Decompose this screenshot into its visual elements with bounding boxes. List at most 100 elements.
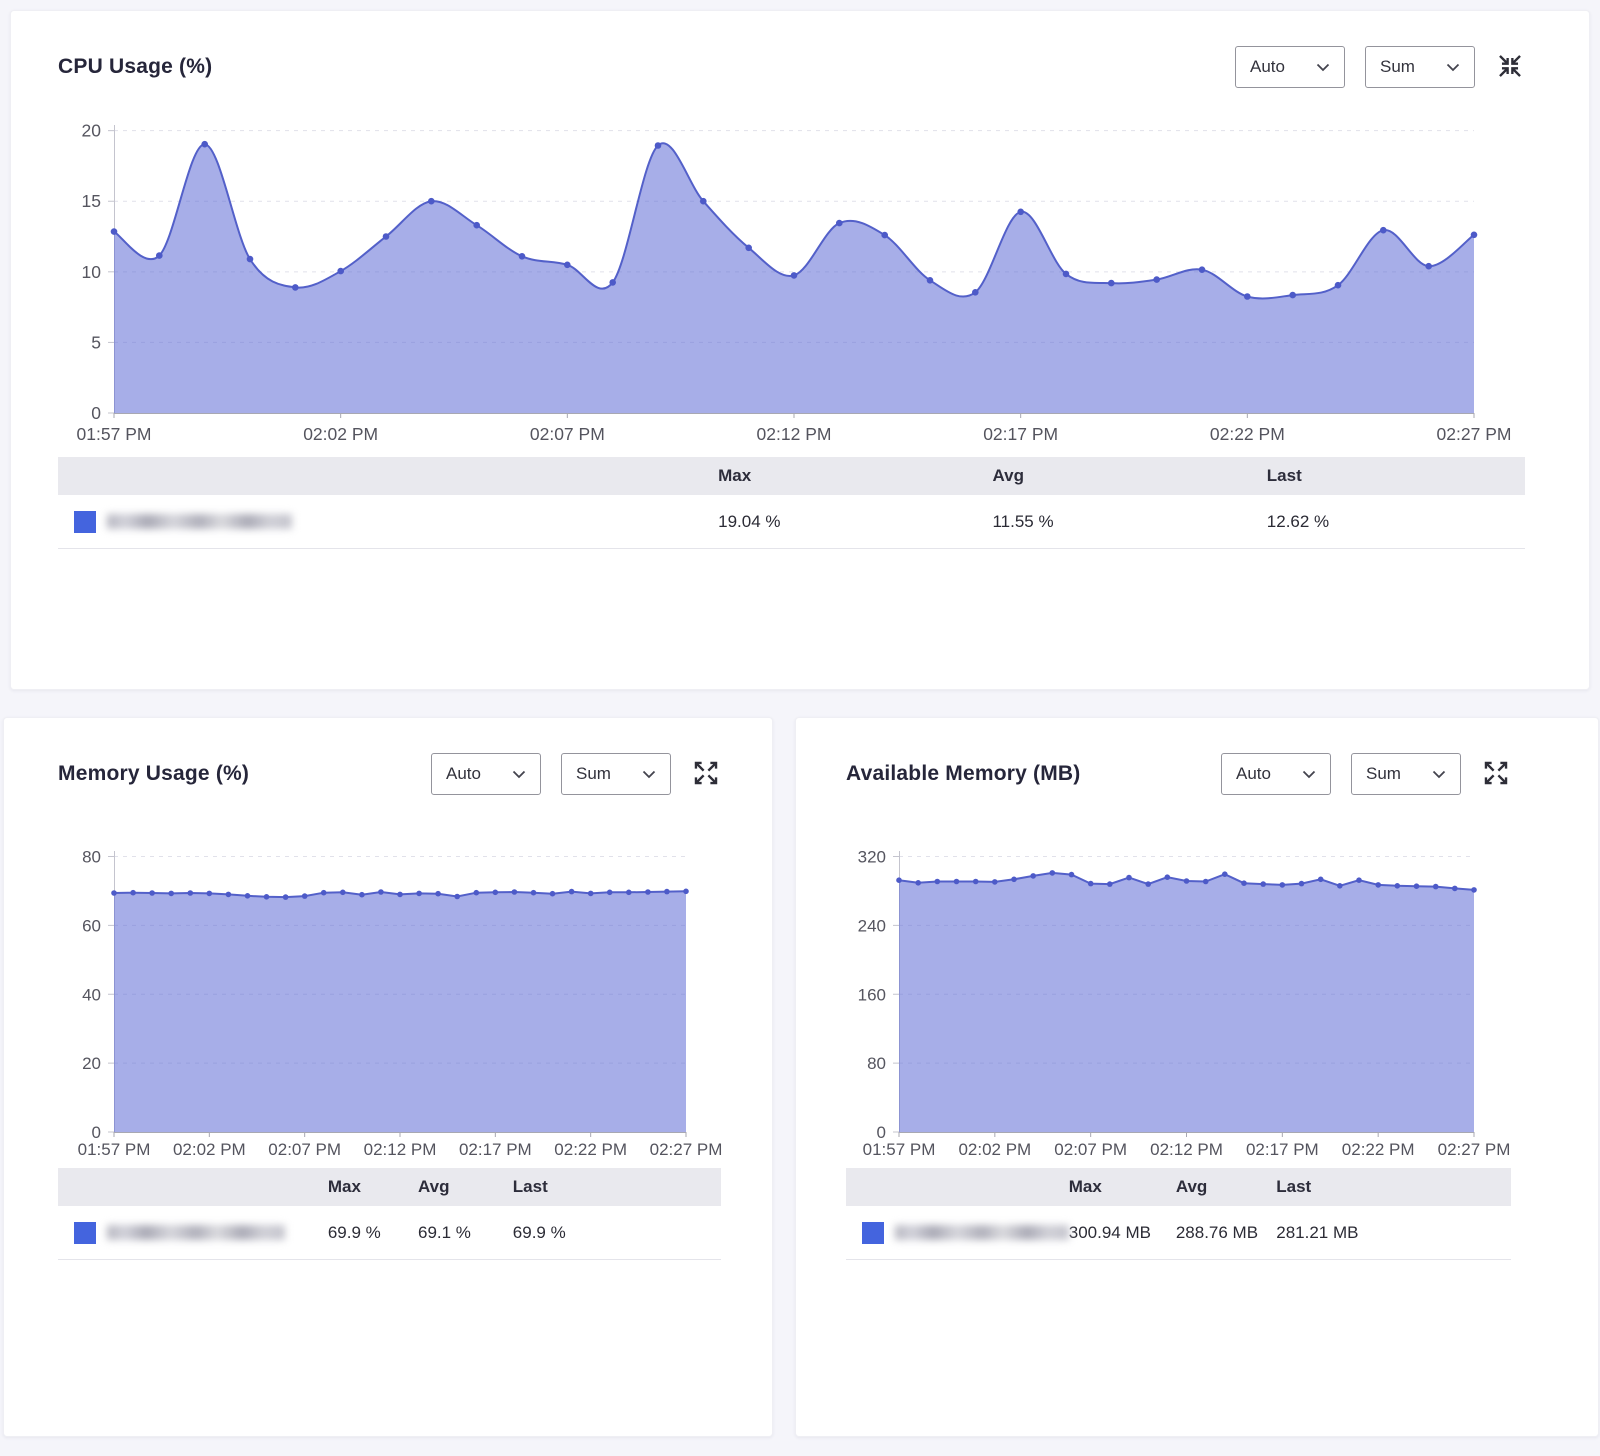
time-interval-value: Auto: [1236, 764, 1271, 784]
svg-text:02:02 PM: 02:02 PM: [303, 424, 378, 444]
available-memory-card-title: Available Memory (MB): [846, 762, 1080, 786]
aggregation-value: Sum: [1366, 764, 1401, 784]
series-cell: [58, 511, 718, 533]
series-last-value: 281.21 MB: [1276, 1223, 1511, 1243]
series-color-swatch: [862, 1222, 884, 1244]
svg-text:20: 20: [82, 121, 102, 141]
page-title: CPU Usage (%): [58, 55, 212, 79]
aggregation-select[interactable]: Sum: [1351, 753, 1461, 795]
svg-text:0: 0: [91, 403, 101, 423]
legend-last-header: Last: [1276, 1177, 1511, 1197]
collapse-icon: [1497, 53, 1523, 82]
time-interval-select[interactable]: Auto: [1235, 46, 1345, 88]
expand-icon: [693, 760, 719, 789]
svg-text:02:12 PM: 02:12 PM: [364, 1140, 437, 1159]
svg-text:01:57 PM: 01:57 PM: [78, 1140, 151, 1159]
available-memory-card: Available Memory (MB) Auto Sum: [795, 717, 1599, 1437]
chevron-down-icon: [642, 764, 656, 784]
memory-card-title: Memory Usage (%): [58, 762, 249, 786]
svg-text:02:27 PM: 02:27 PM: [1438, 1140, 1511, 1159]
svg-text:02:22 PM: 02:22 PM: [1210, 424, 1285, 444]
memory-card-controls: Auto Sum: [431, 753, 721, 795]
collapse-button[interactable]: [1495, 51, 1525, 84]
chevron-down-icon: [1302, 764, 1316, 784]
svg-text:02:17 PM: 02:17 PM: [983, 424, 1058, 444]
legend-avg-header: Avg: [1176, 1177, 1276, 1197]
time-interval-select[interactable]: Auto: [1221, 753, 1331, 795]
legend-series-row[interactable]: 19.04 % 11.55 % 12.62 %: [58, 495, 1525, 549]
legend-header-row: Max Avg Last: [58, 1168, 721, 1206]
svg-text:15: 15: [82, 191, 101, 211]
svg-text:10: 10: [82, 262, 102, 282]
cpu-usage-card: CPU Usage (%) Auto Sum: [10, 10, 1590, 690]
legend-header-row: Max Avg Last: [58, 457, 1525, 495]
legend-header-row: Max Avg Last: [846, 1168, 1511, 1206]
time-interval-value: Auto: [446, 764, 481, 784]
series-cell: [846, 1222, 1069, 1244]
available-memory-card-header: Available Memory (MB) Auto Sum: [846, 718, 1511, 798]
chevron-down-icon: [1432, 764, 1446, 784]
available-memory-legend-table: Max Avg Last 300.94 MB 288.76 MB 281.21 …: [846, 1168, 1511, 1260]
cpu-usage-chart[interactable]: 0 5 10 15 20 01:57 PM 02:02 PM 02:07 PM 02:12 PM…: [58, 113, 1525, 453]
series-color-swatch: [74, 1222, 96, 1244]
cpu-card-controls: Auto Sum: [1235, 46, 1525, 88]
available-memory-chart[interactable]: 08016024032001:57 PM02:02 PM02:07 PM02:1…: [846, 837, 1511, 1164]
series-avg-value: 69.1 %: [418, 1223, 513, 1243]
series-max-value: 69.9 %: [328, 1223, 418, 1243]
svg-text:20: 20: [82, 1054, 101, 1073]
cpu-legend-table: Max Avg Last 19.04 % 11.55 % 12.62 %: [58, 457, 1525, 549]
legend-avg-header: Avg: [992, 466, 1266, 486]
aggregation-select[interactable]: Sum: [1365, 46, 1475, 88]
svg-text:01:57 PM: 01:57 PM: [77, 424, 152, 444]
legend-last-header: Last: [513, 1177, 721, 1197]
series-max-value: 19.04 %: [718, 512, 992, 532]
svg-text:02:02 PM: 02:02 PM: [173, 1140, 246, 1159]
svg-text:02:27 PM: 02:27 PM: [1437, 424, 1511, 444]
svg-text:02:12 PM: 02:12 PM: [1150, 1140, 1223, 1159]
series-name-blurred: [107, 1225, 285, 1240]
chevron-down-icon: [1316, 57, 1330, 77]
svg-text:5: 5: [91, 332, 101, 352]
svg-text:80: 80: [82, 848, 101, 867]
aggregation-value: Sum: [1380, 57, 1415, 77]
svg-text:02:07 PM: 02:07 PM: [268, 1140, 341, 1159]
svg-text:02:12 PM: 02:12 PM: [757, 424, 832, 444]
series-name-blurred: [107, 514, 292, 529]
series-max-value: 300.94 MB: [1069, 1223, 1176, 1243]
memory-usage-card: Memory Usage (%) Auto Sum: [3, 717, 773, 1437]
series-cell: [58, 1222, 328, 1244]
expand-button[interactable]: [691, 758, 721, 791]
svg-text:320: 320: [858, 848, 886, 867]
time-interval-select[interactable]: Auto: [431, 753, 541, 795]
svg-text:02:27 PM: 02:27 PM: [650, 1140, 723, 1159]
series-avg-value: 288.76 MB: [1176, 1223, 1276, 1243]
svg-text:01:57 PM: 01:57 PM: [863, 1140, 936, 1159]
svg-text:02:17 PM: 02:17 PM: [459, 1140, 532, 1159]
svg-text:60: 60: [82, 916, 101, 935]
series-last-value: 12.62 %: [1267, 512, 1525, 532]
chevron-down-icon: [512, 764, 526, 784]
memory-usage-chart[interactable]: 02040608001:57 PM02:02 PM02:07 PM02:12 P…: [58, 837, 721, 1164]
svg-text:02:22 PM: 02:22 PM: [554, 1140, 627, 1159]
svg-text:02:17 PM: 02:17 PM: [1246, 1140, 1319, 1159]
expand-icon: [1483, 760, 1509, 789]
available-memory-card-controls: Auto Sum: [1221, 753, 1511, 795]
memory-legend-table: Max Avg Last 69.9 % 69.1 % 69.9 %: [58, 1168, 721, 1260]
expand-button[interactable]: [1481, 758, 1511, 791]
svg-text:240: 240: [858, 916, 886, 935]
aggregation-value: Sum: [576, 764, 611, 784]
legend-series-row[interactable]: 300.94 MB 288.76 MB 281.21 MB: [846, 1206, 1511, 1260]
series-color-swatch: [74, 511, 96, 533]
legend-series-row[interactable]: 69.9 % 69.1 % 69.9 %: [58, 1206, 721, 1260]
svg-text:02:22 PM: 02:22 PM: [1342, 1140, 1415, 1159]
legend-last-header: Last: [1267, 466, 1525, 486]
svg-text:02:07 PM: 02:07 PM: [530, 424, 605, 444]
time-interval-value: Auto: [1250, 57, 1285, 77]
series-name-blurred: [895, 1225, 1069, 1240]
svg-text:02:07 PM: 02:07 PM: [1054, 1140, 1127, 1159]
bottom-charts-row: Memory Usage (%) Auto Sum: [3, 717, 1597, 1437]
memory-card-header: Memory Usage (%) Auto Sum: [58, 718, 721, 798]
cpu-card-header: CPU Usage (%) Auto Sum: [58, 11, 1525, 91]
series-avg-value: 11.55 %: [992, 512, 1266, 532]
aggregation-select[interactable]: Sum: [561, 753, 671, 795]
